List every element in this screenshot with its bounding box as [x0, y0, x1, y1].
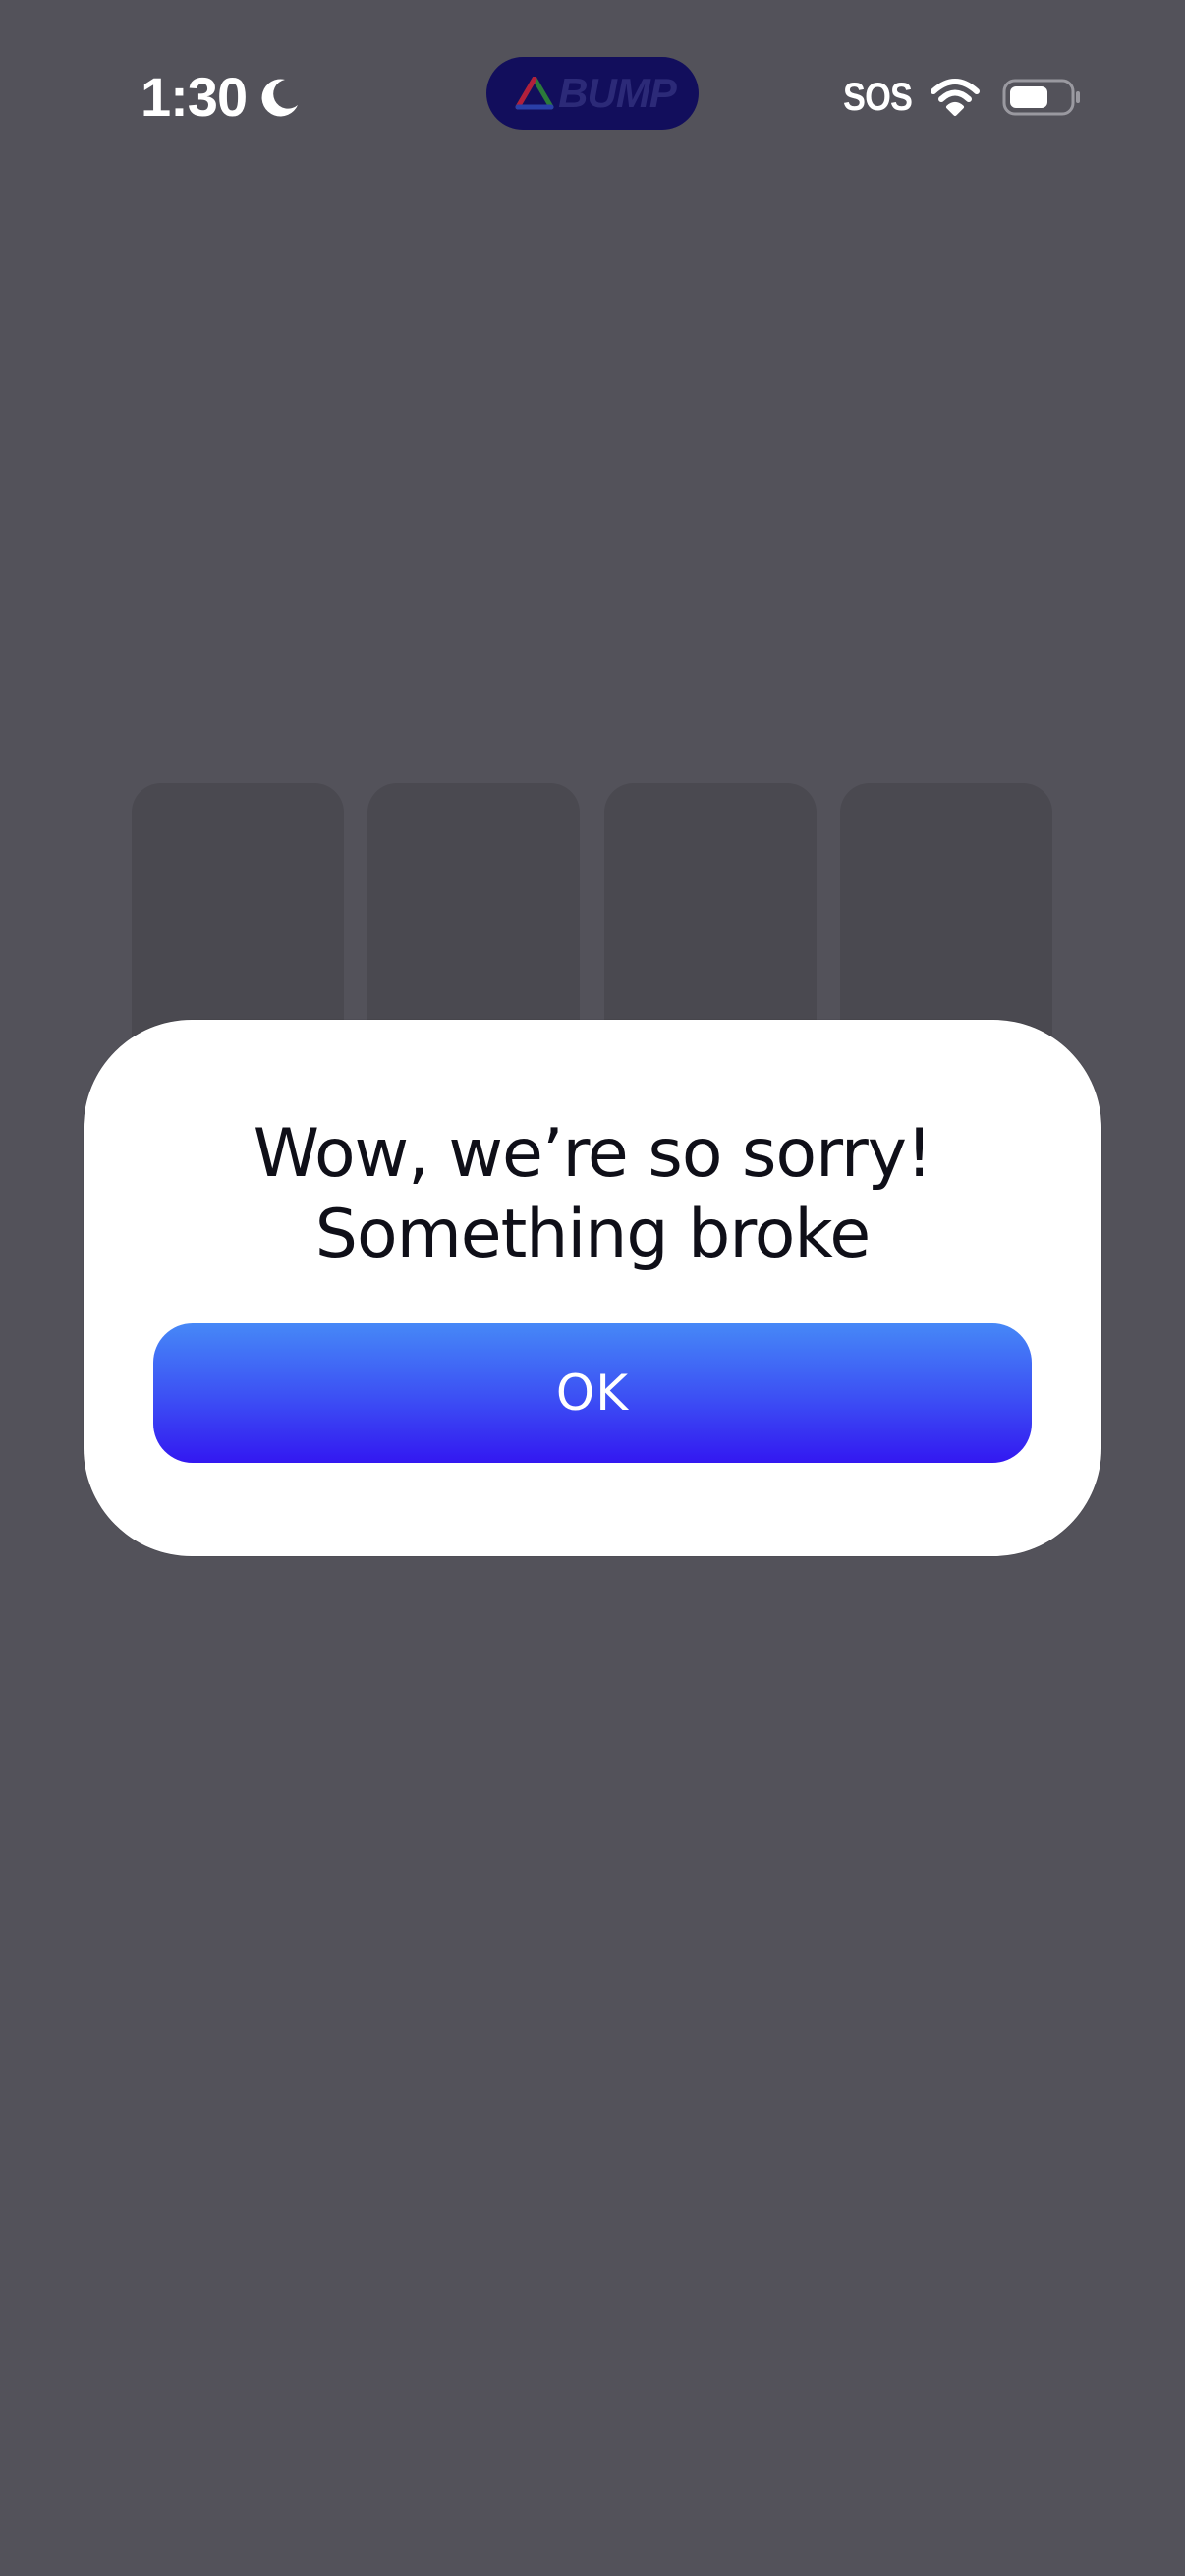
ok-button[interactable]: OK	[153, 1323, 1032, 1463]
time-group: 1:30	[141, 63, 302, 132]
status-right-icons: SOS	[843, 63, 1083, 132]
bump-badge-label: BUMP	[558, 70, 677, 116]
bump-logo-icon	[515, 77, 554, 110]
moon-icon	[261, 79, 299, 117]
status-bar: 1:30 BUMP SOS	[0, 0, 1185, 187]
wifi-icon	[931, 79, 980, 116]
status-time: 1:30	[141, 66, 248, 128]
bump-app-badge[interactable]: BUMP	[486, 57, 699, 130]
battery-icon	[1002, 79, 1080, 116]
dialog-title-line-1: Wow, we’re so sorry!	[253, 1115, 933, 1193]
dialog-title-line-2: Something broke	[314, 1196, 871, 1273]
error-dialog: Wow, we’re so sorry! Something broke OK	[84, 1020, 1101, 1556]
sos-indicator: SOS	[843, 76, 913, 119]
dialog-title: Wow, we’re so sorry! Something broke	[84, 1114, 1101, 1275]
